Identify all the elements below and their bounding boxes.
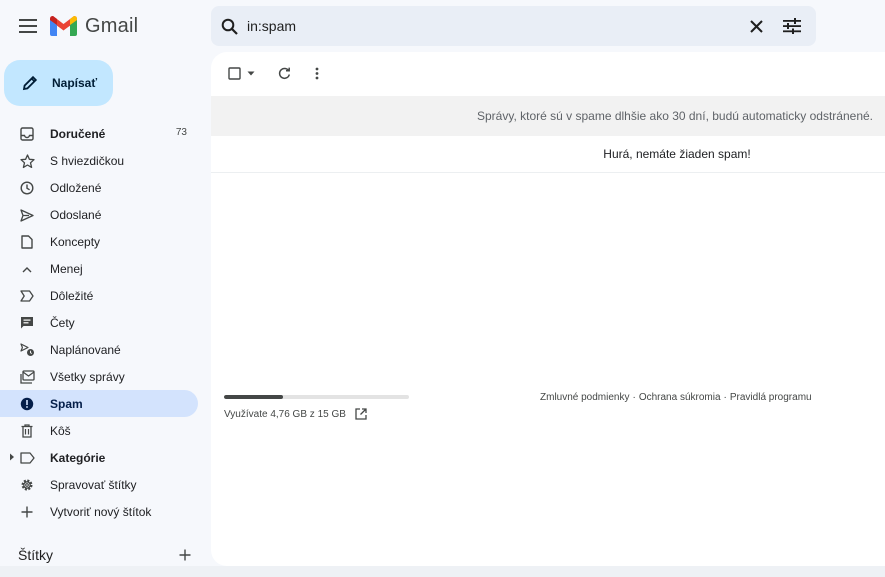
sidebar-item-create-label[interactable]: Vytvoriť nový štítok [0,498,198,525]
sidebar-item-label: Odoslané [50,208,102,222]
empty-state: Hurá, nemáte žiaden spam! [211,136,885,173]
sidebar-item-scheduled[interactable]: Naplánované [0,336,198,363]
sidebar-item-label: Čety [50,316,75,330]
sidebar-item-label: Vytvoriť nový štítok [50,505,152,519]
terms-link[interactable]: Zmluvné podmienky [540,392,629,403]
separator: · [632,392,636,403]
compose-button[interactable]: Napísať [4,60,113,106]
gear-icon [19,477,35,493]
sidebar-item-label: S hviezdičkou [50,154,125,168]
main-content: Správy, ktoré sú v spame dlhšie ako 30 d… [211,52,885,566]
select-checkbox-dropdown[interactable] [225,62,257,84]
storage-usage: Využívate 4,76 GB z 15 GB [224,395,410,421]
sidebar-item-trash[interactable]: Kôš [0,417,198,444]
search-input[interactable] [247,6,738,46]
sidebar-item-label: Kôš [50,424,71,438]
search-options-button[interactable] [774,8,810,44]
sidebar-item-snoozed[interactable]: Odložené [0,174,198,201]
sidebar-item-label: Menej [50,262,83,276]
gmail-app: Gmail in:spam Napísať Doručené 73 S hvie… [0,0,885,577]
refresh-button[interactable] [273,62,295,84]
sidebar-item-label: Spravovať štítky [50,478,137,492]
plus-icon [179,549,191,561]
main-menu-button[interactable] [12,10,44,42]
sidebar-item-all-mail[interactable]: Všetky správy [0,363,198,390]
caret-down-icon [247,71,254,75]
labels-title: Štítky [18,547,54,563]
add-label-button[interactable] [177,547,193,563]
caret-right-icon[interactable] [8,453,16,461]
inbox-icon [19,126,35,142]
sidebar-item-inbox[interactable]: Doručené 73 [0,120,198,147]
all-mail-icon [19,369,35,385]
manage-storage-link[interactable] [354,407,368,421]
sidebar-item-label: Spam [50,397,83,411]
checkbox-icon [227,66,241,80]
search-button[interactable] [211,8,247,44]
sidebar-item-label: Koncepty [50,235,101,249]
sidebar-item-label: Kategórie [50,451,106,465]
program-policies-link[interactable]: Pravidlá programu [730,392,812,403]
spam-notice-text: Správy, ktoré sú v spame dlhšie ako 30 d… [477,109,873,123]
list-toolbar [211,52,885,96]
chevron-up-icon [19,261,35,277]
chat-icon [19,315,35,331]
labels-section-header: Štítky [18,545,193,565]
footer-links: Zmluvné podmienky · Ochrana súkromia · P… [540,392,812,403]
clock-icon [19,180,35,196]
important-icon [19,288,35,304]
gmail-logo[interactable]: Gmail [50,13,138,39]
top-bar: Gmail [0,0,885,52]
draft-icon [19,234,35,250]
storage-bar-fill [224,395,283,399]
storage-info: Využívate 4,76 GB z 15 GB [224,407,410,421]
open-in-new-icon [355,408,367,420]
search-icon [221,18,238,35]
sidebar-item-sent[interactable]: Odoslané [0,201,198,228]
close-icon [749,19,763,33]
app-name: Gmail [85,14,139,37]
sidebar-item-label: Doručené [50,127,106,141]
privacy-link[interactable]: Ochrana súkromia [639,392,721,403]
sidebar-item-manage-labels[interactable]: Spravovať štítky [0,471,198,498]
refresh-icon [278,67,290,79]
separator: · [723,392,727,403]
tune-icon [783,18,801,34]
sidebar-item-categories[interactable]: Kategórie [0,444,198,471]
sidebar-item-chats[interactable]: Čety [0,309,198,336]
star-icon [19,153,35,169]
compose-label: Napísať [52,76,98,90]
sidebar-item-drafts[interactable]: Koncepty [0,228,198,255]
trash-icon [19,423,35,439]
gmail-m-icon [50,16,77,36]
bottom-strip [0,566,885,577]
sidebar-item-label: Všetky správy [50,370,125,384]
sidebar-item-label: Dôležité [50,289,94,303]
clear-search-button[interactable] [738,8,774,44]
sidebar-item-less[interactable]: Menej [0,255,198,282]
more-options-button[interactable] [306,62,328,84]
plus-icon [19,504,35,520]
sidebar-item-important[interactable]: Dôležité [0,282,198,309]
spam-notice-banner: Správy, ktoré sú v spame dlhšie ako 30 d… [211,96,885,136]
empty-state-message: Hurá, nemáte žiaden spam! [603,147,751,161]
sidebar-item-starred[interactable]: S hviezdičkou [0,147,198,174]
unread-count: 73 [175,127,187,138]
sidebar-item-label: Naplánované [50,343,121,357]
storage-bar [224,395,409,399]
hamburger-menu-icon [19,19,37,33]
scheduled-send-icon [19,342,35,358]
label-icon [19,450,35,466]
search-bar [211,6,816,46]
spam-icon [19,396,35,412]
sidebar: Napísať Doručené 73 S hviezdičkou Odlože… [0,52,211,577]
sidebar-item-label: Odložené [50,181,102,195]
more-vert-icon [315,67,319,79]
pencil-icon [20,73,40,93]
sidebar-item-spam[interactable]: Spam [0,390,198,417]
nav-list: Doručené 73 S hviezdičkou Odložené Odosl… [0,120,211,525]
send-icon [19,207,35,223]
storage-text: Využívate 4,76 GB z 15 GB [224,408,346,420]
